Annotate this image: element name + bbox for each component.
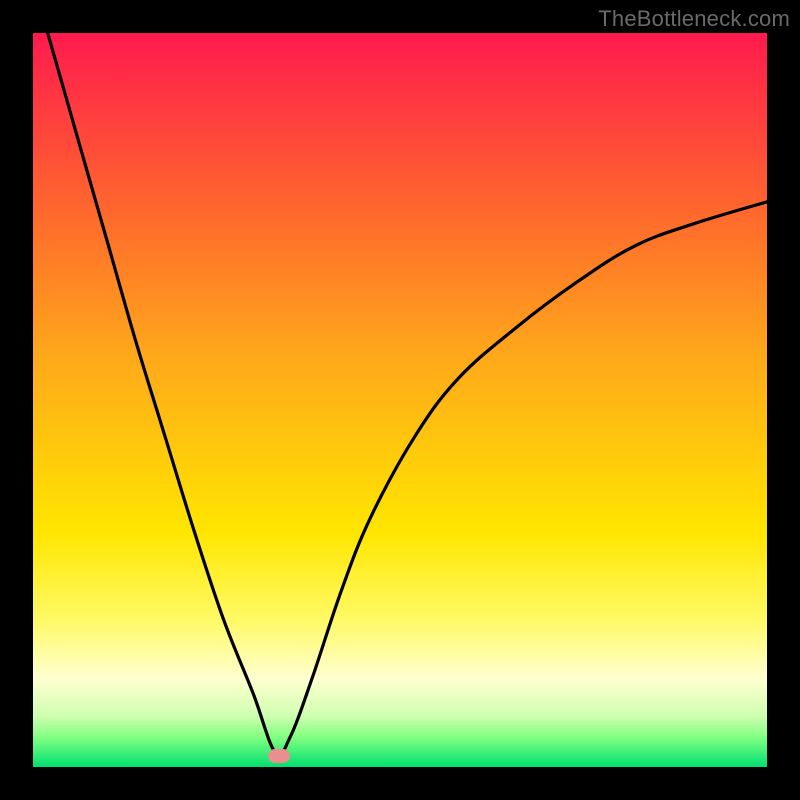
chart-plot-area <box>33 33 767 767</box>
chart-frame: TheBottleneck.com <box>0 0 800 800</box>
bottleneck-curve <box>33 33 767 767</box>
watermark-text: TheBottleneck.com <box>598 6 790 32</box>
optimum-marker <box>268 749 290 763</box>
